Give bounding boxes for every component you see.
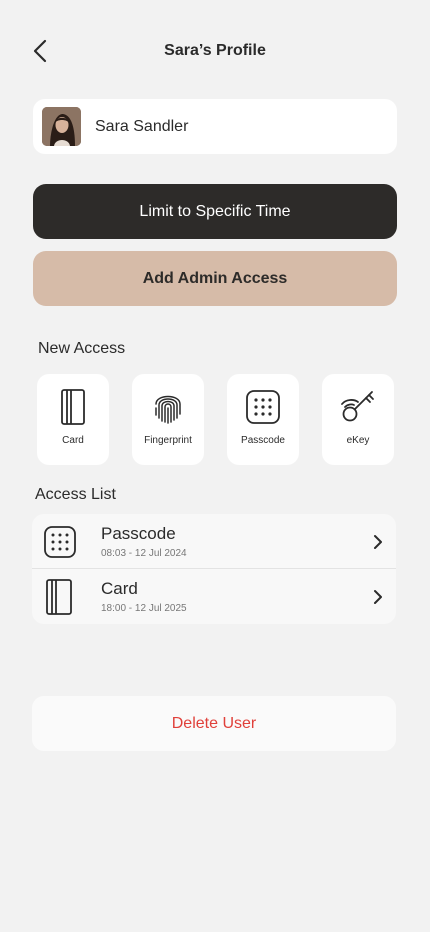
fingerprint-icon (155, 395, 181, 424)
access-list-item-passcode[interactable]: Passcode 08:03 - 12 Jul 2024 (32, 514, 396, 569)
new-access-ekey[interactable]: eKey (322, 374, 394, 465)
avatar (42, 107, 81, 146)
list-item-title: Passcode (101, 524, 176, 543)
add-admin-button[interactable]: Add Admin Access (33, 251, 397, 306)
chevron-right-icon (374, 535, 382, 549)
new-access-passcode[interactable]: Passcode (227, 374, 299, 465)
card-icon (46, 579, 72, 615)
list-item-timestamp: 18:00 - 12 Jul 2025 (101, 603, 187, 614)
new-access-card[interactable]: Card (37, 374, 109, 465)
ekey-icon (341, 391, 374, 422)
user-card: Sara Sandler (33, 99, 397, 154)
limit-time-button[interactable]: Limit to Specific Time (33, 184, 397, 239)
tile-label: eKey (346, 435, 370, 446)
header: Sara’s Profile (0, 30, 430, 72)
access-list-item-card[interactable]: Card 18:00 - 12 Jul 2025 (32, 569, 396, 624)
profile-screen: Sara’s Profile Sara Sandler Limit to Spe… (0, 0, 430, 932)
tile-label: Passcode (241, 435, 285, 446)
chevron-right-icon (374, 590, 382, 604)
user-name: Sara Sandler (95, 118, 189, 135)
passcode-icon (44, 526, 76, 558)
page-title: Sara’s Profile (164, 42, 266, 59)
card-icon (61, 389, 85, 425)
list-item-title: Card (101, 579, 138, 598)
delete-user-button[interactable]: Delete User (32, 696, 396, 751)
tile-label: Card (62, 435, 84, 446)
passcode-icon (246, 390, 280, 424)
tile-label: Fingerprint (144, 435, 192, 446)
new-access-fingerprint[interactable]: Fingerprint (132, 374, 204, 465)
new-access-heading: New Access (38, 340, 126, 357)
list-item-timestamp: 08:03 - 12 Jul 2024 (101, 548, 187, 559)
access-list: Passcode 08:03 - 12 Jul 2024 Card 18:00 … (32, 514, 396, 624)
access-list-heading: Access List (35, 486, 116, 503)
